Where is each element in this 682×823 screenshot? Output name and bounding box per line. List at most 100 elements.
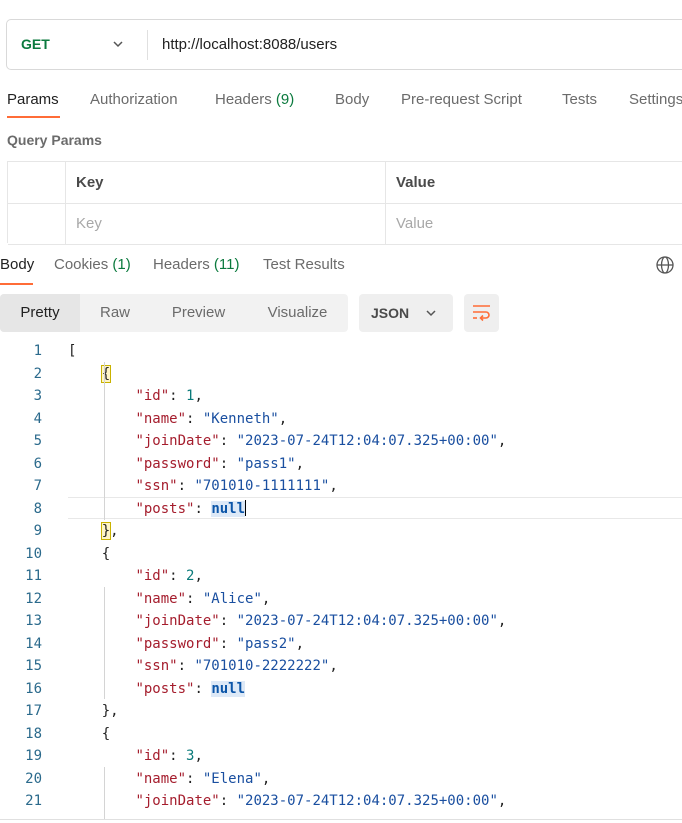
tab-pre-request-script[interactable]: Pre-request Script: [401, 91, 522, 108]
code-text: "ssn": "701010-2222222",: [68, 655, 338, 678]
code-line: 21 "joinDate": "2023-07-24T12:04:07.325+…: [0, 790, 682, 813]
key-input[interactable]: Key: [66, 203, 386, 244]
response-body-viewer[interactable]: 1[2 {3 "id": 1, 4 "name": "Kenneth", 5 "jo…: [0, 340, 682, 820]
line-number: 8: [33, 500, 42, 517]
line-number: 2: [33, 365, 42, 382]
line-number: 12: [25, 590, 42, 607]
code-line: 14 "password": "pass2",: [0, 633, 682, 656]
code-line: 16 "posts": null: [0, 678, 682, 701]
json-token: :: [186, 410, 203, 427]
tab-count: (1): [112, 256, 131, 273]
tab-count: (9): [275, 91, 295, 108]
line-number: 11: [25, 568, 42, 584]
json-token: :: [219, 635, 237, 652]
url-input[interactable]: http://localhost:8088/users: [162, 36, 337, 53]
line-number: 18: [25, 725, 42, 742]
json-token: {: [101, 545, 111, 562]
code-text: "id": 3,: [68, 745, 203, 768]
code-text: [: [68, 340, 76, 363]
request-tabs: Params Authorization Headers (9) Body Pr…: [0, 88, 682, 118]
json-token: "joinDate": [135, 433, 220, 449]
json-token: "pass2": [236, 635, 296, 652]
line-number: 19: [25, 748, 42, 764]
code-text: {: [68, 543, 110, 566]
indent-guide: [104, 767, 105, 819]
json-token: :: [169, 568, 187, 584]
code-text: "id": 2,: [68, 565, 203, 588]
globe-icon[interactable]: [655, 255, 675, 275]
wrap-lines-icon: [473, 305, 490, 322]
code-line: 5 "joinDate": "2023-07-24T12:04:07.325+0…: [0, 430, 682, 453]
json-token: :: [186, 590, 203, 607]
code-text: },: [68, 700, 119, 723]
json-token: }: [100, 522, 112, 540]
view-mode-selector: Pretty Raw Preview Visualize: [0, 294, 348, 332]
json-token: "Alice": [202, 590, 262, 607]
method-select[interactable]: GET: [21, 36, 50, 52]
json-token: "ssn": [135, 478, 178, 494]
line-number: 10: [25, 545, 42, 562]
json-token: "name": [135, 770, 187, 787]
tab-body[interactable]: Body: [335, 91, 369, 108]
code-line: 15 "ssn": "701010-2222222",: [0, 655, 682, 678]
code-line: 10 {: [0, 543, 682, 566]
code-line: 11 "id": 2,: [0, 565, 682, 588]
code-line: 4 "name": "Kenneth",: [0, 408, 682, 431]
json-token: ,: [261, 590, 271, 607]
chevron-down-icon[interactable]: [111, 37, 125, 51]
json-token: :: [177, 478, 195, 494]
wrap-lines-button[interactable]: [464, 294, 499, 332]
tab-label: Cookies: [54, 256, 109, 273]
json-token: ,: [110, 703, 119, 719]
divider: [147, 30, 148, 60]
tab-label: Headers: [215, 91, 272, 108]
json-token: "701010-2222222": [194, 658, 330, 674]
tab-test-results[interactable]: Test Results: [263, 256, 345, 273]
code-line: 20 "name": "Elena",: [0, 768, 682, 791]
tab-cookies[interactable]: Cookies (1): [54, 256, 131, 273]
table-row: Key Value: [8, 203, 682, 245]
tab-label: Params: [7, 91, 59, 108]
json-token: :: [219, 433, 237, 449]
json-token: ,: [194, 568, 203, 584]
line-number: 6: [33, 455, 42, 472]
json-token: {: [100, 364, 112, 383]
json-token: ,: [497, 613, 507, 629]
json-token: ,: [110, 523, 119, 539]
json-token: ,: [278, 410, 288, 427]
code-text: "ssn": "701010-1111111",: [68, 475, 337, 498]
tab-settings[interactable]: Settings: [629, 91, 682, 108]
tab-response-body[interactable]: Body: [0, 256, 34, 273]
line-number: 15: [25, 658, 42, 674]
request-bar: GET http://localhost:8088/users: [6, 19, 682, 70]
json-token: :: [219, 613, 237, 629]
json-token: ,: [194, 748, 203, 764]
tab-tests[interactable]: Tests: [562, 91, 597, 108]
tab-headers[interactable]: Headers (9): [215, 91, 294, 108]
query-params-table: Key Value Key Value: [7, 161, 682, 245]
line-number: 7: [33, 478, 42, 494]
tab-params[interactable]: Params: [7, 91, 59, 108]
view-mode-pretty[interactable]: Pretty: [0, 294, 80, 332]
view-mode-visualize[interactable]: Visualize: [247, 294, 348, 332]
tab-response-headers[interactable]: Headers (11): [153, 256, 239, 273]
json-token: }: [101, 703, 111, 719]
code-line: 18 {: [0, 723, 682, 746]
tab-authorization[interactable]: Authorization: [90, 91, 178, 108]
view-mode-raw[interactable]: Raw: [80, 294, 150, 332]
json-token: :: [194, 680, 212, 697]
code-text: "joinDate": "2023-07-24T12:04:07.325+00:…: [68, 610, 506, 633]
format-select[interactable]: JSON: [359, 294, 453, 332]
json-token: ,: [329, 658, 338, 674]
value-input[interactable]: Value: [386, 203, 682, 244]
view-mode-preview[interactable]: Preview: [150, 294, 247, 332]
indent-guide: [104, 362, 105, 520]
tab-label: Pre-request Script: [401, 91, 522, 108]
active-tab-indicator: [7, 116, 60, 118]
json-token: "ssn": [135, 658, 178, 674]
tab-label: Body: [335, 91, 370, 108]
json-token: "2023-07-24T12:04:07.325+00:00": [236, 793, 498, 809]
json-token: :: [169, 388, 187, 404]
tab-label: Test Results: [263, 256, 345, 273]
json-token: ,: [194, 388, 203, 404]
